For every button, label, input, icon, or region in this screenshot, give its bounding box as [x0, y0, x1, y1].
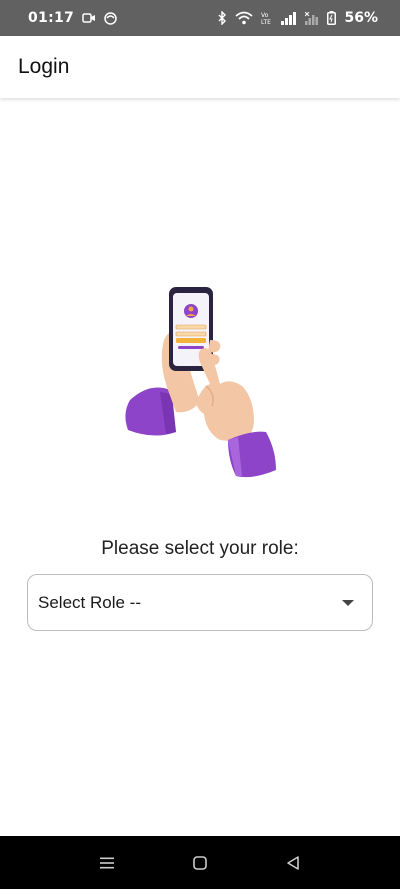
home-icon — [193, 855, 207, 870]
svg-text:Vo: Vo — [261, 12, 269, 19]
notification-icon — [104, 11, 117, 25]
status-bar-right: Vo LTE 56% — [217, 10, 378, 26]
home-button[interactable] — [180, 843, 220, 883]
back-icon — [287, 855, 300, 870]
app-bar: Login — [0, 36, 400, 98]
status-bar-left: 01:17 — [28, 10, 117, 26]
role-select[interactable]: Select Role -- — [27, 574, 373, 631]
status-time: 01:17 — [28, 10, 75, 26]
status-bar: 01:17 Vo LTE 56% — [0, 0, 400, 36]
volte-icon: Vo LTE — [261, 11, 273, 25]
battery-icon — [327, 11, 337, 25]
signal-x-icon — [305, 11, 319, 25]
back-button[interactable] — [273, 843, 313, 883]
signal-icon — [281, 11, 297, 25]
right-sleeve-icon — [228, 431, 276, 478]
nav-bar — [0, 836, 400, 889]
role-select-value: Select Role -- — [38, 592, 141, 612]
svg-text:LTE: LTE — [261, 19, 271, 25]
menu-icon — [99, 857, 114, 868]
bluetooth-icon — [217, 11, 227, 25]
dropdown-arrow-icon — [342, 599, 354, 606]
wifi-icon — [235, 11, 254, 25]
battery-percent: 56% — [344, 10, 378, 26]
login-illustration — [120, 282, 285, 482]
role-prompt: Please select your role: — [101, 538, 299, 559]
menu-button[interactable] — [87, 843, 127, 883]
left-sleeve-icon — [125, 387, 176, 436]
page-title: Login — [18, 55, 70, 78]
video-icon — [82, 12, 96, 24]
